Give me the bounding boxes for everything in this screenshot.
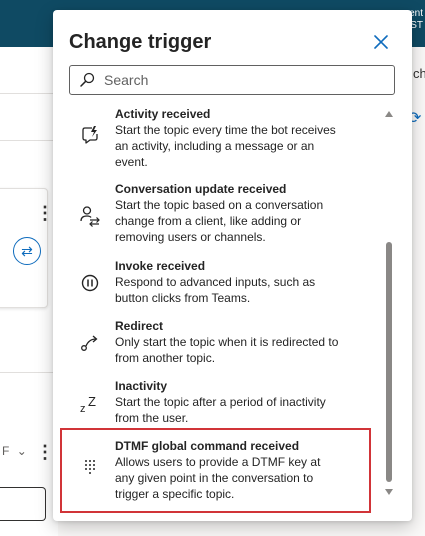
more-options-icon[interactable]: ⋮	[36, 204, 54, 222]
trigger-item-description: Start the topic every time the bot recei…	[115, 123, 336, 169]
search-icon	[80, 72, 95, 87]
scrollbar-thumb[interactable]	[386, 242, 392, 482]
panel-divider	[0, 93, 58, 94]
highlight-box	[60, 428, 371, 513]
invoke-icon	[79, 272, 101, 294]
search-box[interactable]	[69, 65, 395, 95]
background-input[interactable]	[0, 487, 46, 521]
redirect-icon	[79, 332, 101, 354]
svg-text:z: z	[80, 403, 86, 415]
trigger-item-title: Conversation update received	[115, 182, 287, 196]
svg-text:Z: Z	[88, 394, 96, 409]
trigger-item-description: Respond to advanced inputs, such as butt…	[115, 275, 316, 305]
activity-icon	[79, 124, 101, 146]
trigger-item-description: Only start the topic when it is redirect…	[115, 335, 339, 365]
conversation-update-icon	[79, 205, 101, 227]
search-input[interactable]	[104, 66, 384, 94]
switch-icon[interactable]: ⇄	[13, 237, 41, 265]
trigger-item-description: Start the topic based on a conversation …	[115, 198, 324, 244]
background-text: ch	[413, 66, 425, 81]
panel-divider	[0, 140, 58, 141]
trigger-item-title: Activity received	[115, 107, 211, 121]
trigger-item-title: Redirect	[115, 319, 164, 333]
trigger-item-title: Inactivity	[115, 379, 168, 393]
scroll-up-arrow-icon[interactable]	[384, 109, 394, 119]
dialog-title: Change trigger	[69, 31, 212, 53]
trigger-item-description: Start the topic after a period of inacti…	[115, 395, 326, 425]
close-icon[interactable]	[371, 32, 391, 52]
dropdown-value[interactable]: F ⌄	[2, 444, 27, 458]
scroll-down-arrow-icon[interactable]	[384, 487, 394, 497]
panel-divider	[0, 372, 58, 373]
inactivity-icon: z Z	[79, 393, 101, 415]
more-options-icon[interactable]: ⋮	[36, 443, 54, 461]
trigger-item-title: Invoke received	[115, 259, 206, 273]
